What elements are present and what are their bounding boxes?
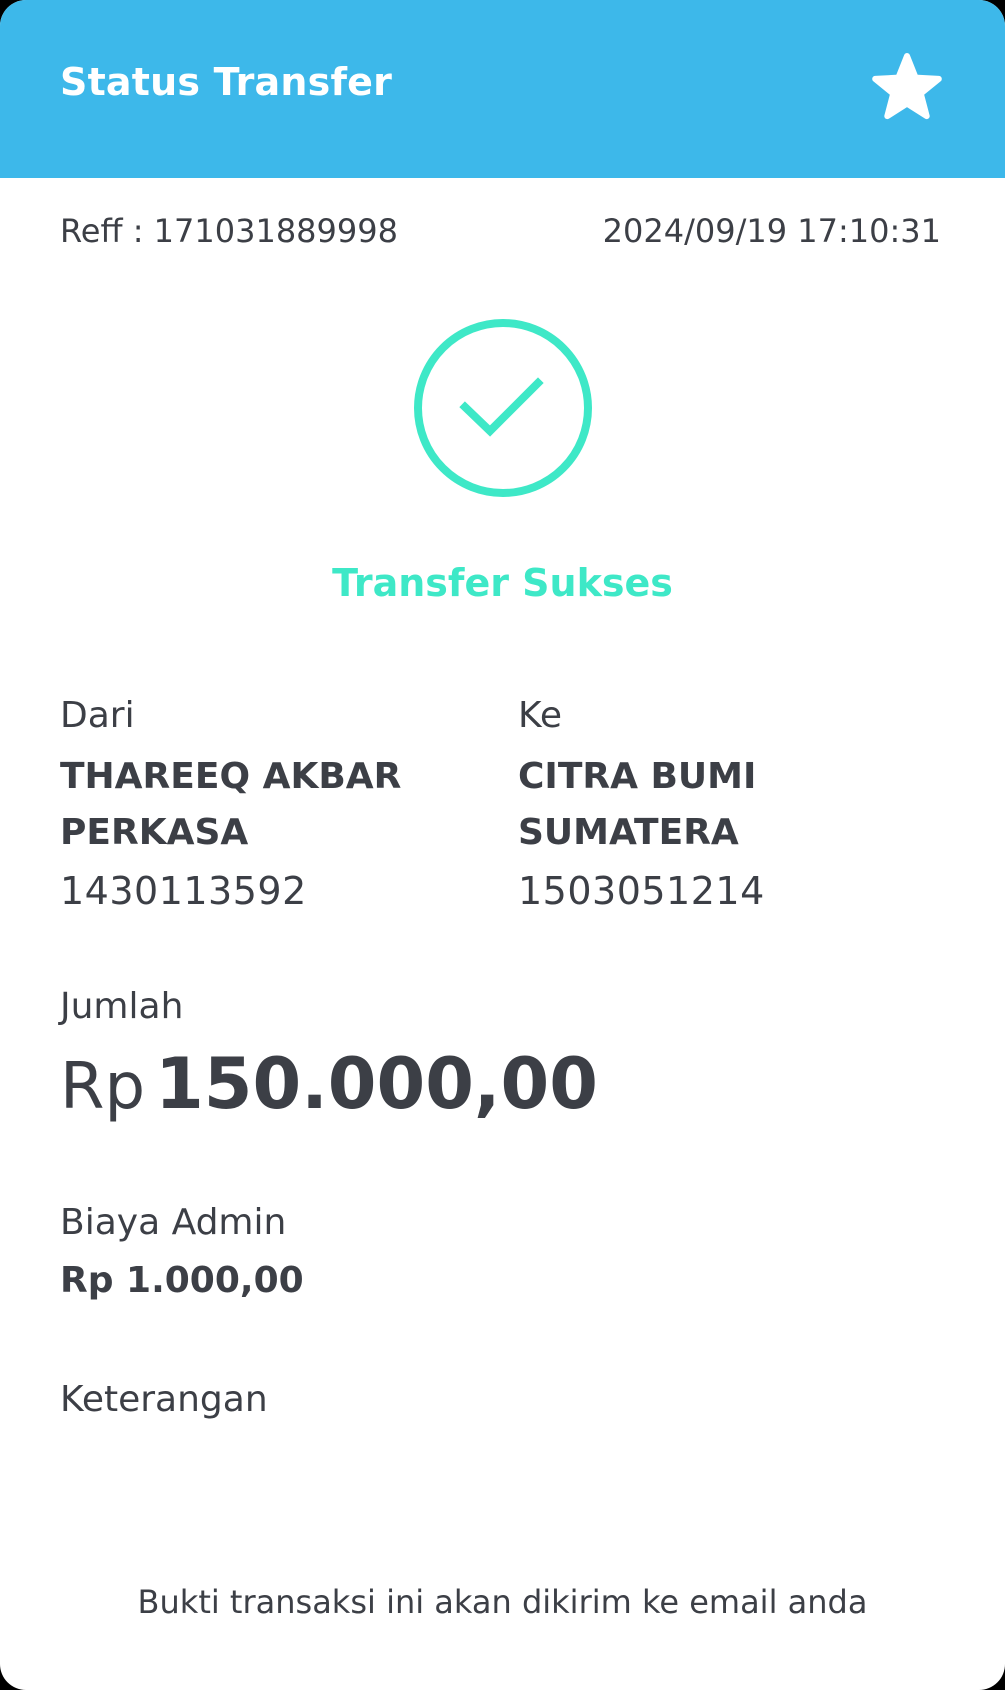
admin-fee-value: Rp 1.000,00 <box>60 1260 304 1301</box>
note-label: Keterangan <box>60 1379 268 1420</box>
email-receipt-note: Bukti transaksi ini akan dikirim ke emai… <box>137 1583 868 1621</box>
amount-number: 150.000,00 <box>155 1043 598 1125</box>
star-icon <box>872 53 942 120</box>
transaction-datetime: 2024/09/19 17:10:31 <box>602 212 941 250</box>
amount-value: Rp 150.000,00 <box>60 1044 598 1143</box>
recipient-name: CITRA BUMI SUMATERA <box>518 756 757 853</box>
page-title: Status Transfer <box>60 60 393 104</box>
reference-number: Reff : 171031889998 <box>60 212 398 250</box>
sender-account: 1430113592 <box>60 869 307 913</box>
check-circle-icon <box>412 317 594 499</box>
admin-fee-label: Biaya Admin <box>60 1202 287 1243</box>
recipient-label: Ke <box>518 695 562 736</box>
header-bar: Status Transfer <box>0 0 1005 178</box>
sender-name: THAREEQ AKBAR PERKASA <box>60 756 402 853</box>
transfer-receipt-card: Status Transfer Reff : 171031889998 2024… <box>0 0 1005 1690</box>
recipient-account: 1503051214 <box>518 869 765 913</box>
sender-block: Dari THAREEQ AKBAR PERKASA 1430113592 <box>60 693 480 919</box>
recipient-block: Ke CITRA BUMI SUMATERA 1503051214 <box>518 693 938 919</box>
amount-label: Jumlah <box>60 986 184 1027</box>
favorite-button[interactable] <box>868 50 946 128</box>
status-text: Transfer Sukses <box>332 561 673 605</box>
amount-currency: Rp <box>60 1050 146 1124</box>
sender-label: Dari <box>60 695 135 736</box>
